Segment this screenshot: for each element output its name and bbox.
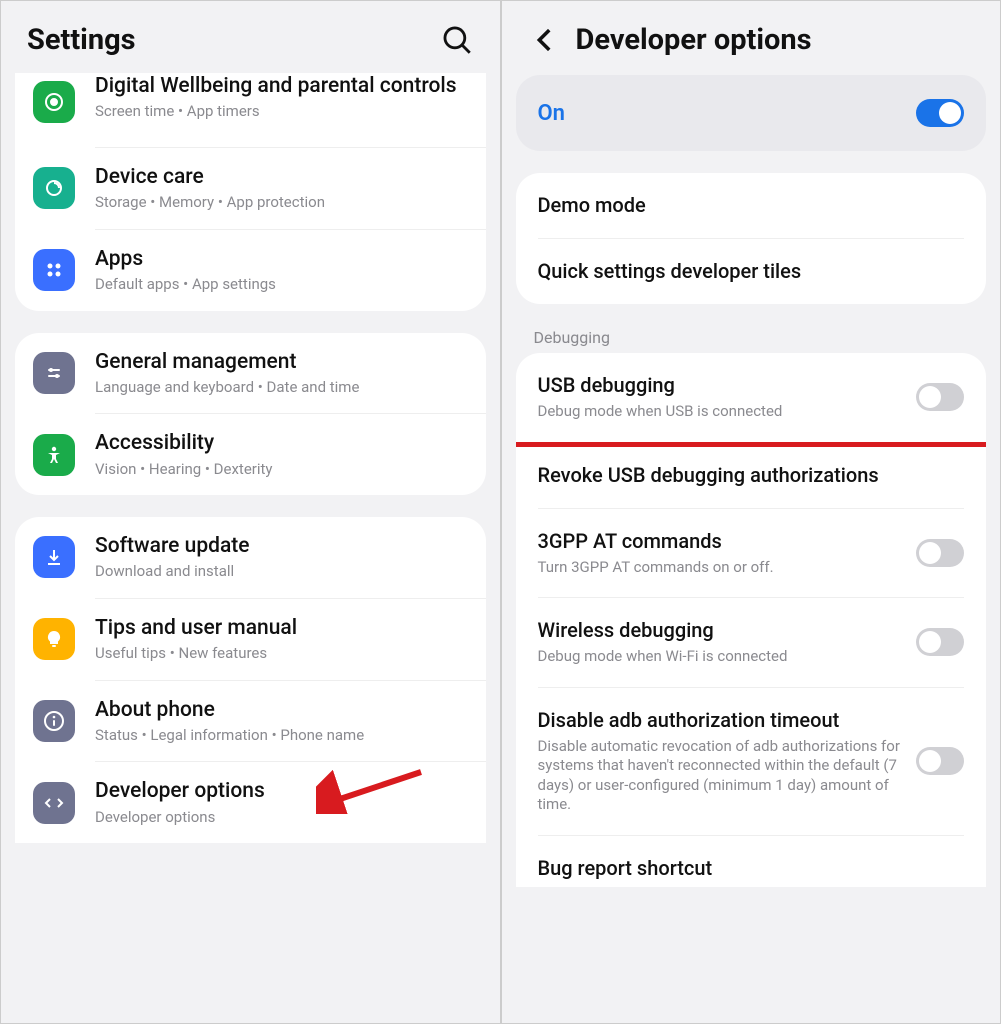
item-title: Wireless debugging — [538, 618, 905, 643]
item-sub: Status • Legal information • Phone name — [95, 726, 468, 746]
item-title: Digital Wellbeing and parental controls — [95, 73, 468, 99]
dev-item-qstiles[interactable]: Quick settings developer tiles — [516, 239, 987, 304]
settings-item-software[interactable]: Software update Download and install — [15, 517, 486, 598]
item-sub: Developer options — [95, 808, 468, 828]
settings-item-apps[interactable]: Apps Default apps • App settings — [15, 230, 486, 311]
item-title: 3GPP AT commands — [538, 529, 905, 554]
settings-item-tips[interactable]: Tips and user manual Useful tips • New f… — [15, 599, 486, 680]
3gpp-toggle[interactable] — [916, 539, 964, 567]
settings-group: Software update Download and install Tip… — [15, 517, 486, 843]
item-title: General management — [95, 349, 468, 375]
settings-group: Digital Wellbeing and parental controls … — [15, 73, 486, 311]
settings-header: Settings — [1, 1, 500, 75]
item-title: Bug report shortcut — [538, 856, 965, 881]
item-title: Accessibility — [95, 430, 468, 456]
search-icon — [440, 23, 474, 57]
dev-item-revoke[interactable]: Revoke USB debugging authorizations — [516, 443, 987, 508]
item-sub: Download and install — [95, 562, 468, 582]
accessibility-icon — [33, 434, 75, 476]
dev-item-wireless[interactable]: Wireless debugging Debug mode when Wi-Fi… — [516, 598, 987, 687]
about-icon — [33, 700, 75, 742]
master-toggle[interactable] — [916, 99, 964, 127]
apps-icon — [33, 249, 75, 291]
settings-item-general[interactable]: General management Language and keyboard… — [15, 333, 486, 414]
page-title: Developer options — [576, 23, 975, 57]
item-title: Software update — [95, 533, 468, 559]
general-icon — [33, 352, 75, 394]
item-sub: Screen time • App timers — [95, 102, 468, 122]
settings-item-wellbeing[interactable]: Digital Wellbeing and parental controls … — [15, 73, 486, 147]
settings-group: General management Language and keyboard… — [15, 333, 486, 496]
item-title: USB debugging — [538, 373, 905, 398]
item-sub: Debug mode when USB is connected — [538, 402, 905, 422]
dev-group-debugging: USB debugging Debug mode when USB is con… — [516, 353, 987, 887]
item-sub: Storage • Memory • App protection — [95, 193, 468, 213]
page-title: Settings — [27, 23, 440, 57]
settings-item-about[interactable]: About phone Status • Legal information •… — [15, 681, 486, 762]
dev-item-usb[interactable]: USB debugging Debug mode when USB is con… — [516, 353, 987, 442]
master-toggle-label: On — [538, 101, 917, 126]
item-sub: Turn 3GPP AT commands on or off. — [538, 558, 905, 578]
item-title: Developer options — [95, 778, 468, 804]
item-title: Tips and user manual — [95, 615, 468, 641]
dev-item-3gpp[interactable]: 3GPP AT commands Turn 3GPP AT commands o… — [516, 509, 987, 598]
usb-debugging-toggle[interactable] — [916, 383, 964, 411]
software-icon — [33, 536, 75, 578]
dev-item-adbto[interactable]: Disable adb authorization timeout Disabl… — [516, 688, 987, 835]
settings-panel: Settings Digital Wellbeing and parental … — [1, 1, 502, 1023]
back-button[interactable] — [528, 23, 562, 57]
adbto-toggle[interactable] — [916, 747, 964, 775]
developer-icon — [33, 782, 75, 824]
dev-item-demo[interactable]: Demo mode — [516, 173, 987, 238]
section-label-debugging: Debugging — [502, 320, 1001, 353]
item-sub: Disable automatic revocation of adb auth… — [538, 737, 905, 815]
item-title: Quick settings developer tiles — [538, 259, 965, 284]
settings-item-developer[interactable]: Developer options Developer options — [15, 762, 486, 843]
search-button[interactable] — [440, 23, 474, 57]
dev-item-bugreport[interactable]: Bug report shortcut — [516, 836, 987, 887]
developer-options-panel: Developer options On Demo mode Quick set… — [502, 1, 1001, 1023]
item-title: Disable adb authorization timeout — [538, 708, 905, 733]
dev-group: Demo mode Quick settings developer tiles — [516, 173, 987, 304]
devicecare-icon — [33, 167, 75, 209]
dev-header: Developer options — [502, 1, 1001, 75]
wellbeing-icon — [33, 81, 75, 123]
item-sub: Useful tips • New features — [95, 644, 468, 664]
item-title: Device care — [95, 164, 468, 190]
item-sub: Debug mode when Wi-Fi is connected — [538, 647, 905, 667]
chevron-left-icon — [528, 23, 562, 57]
master-toggle-row[interactable]: On — [516, 75, 987, 151]
item-sub: Vision • Hearing • Dexterity — [95, 460, 468, 480]
item-title: Demo mode — [538, 193, 965, 218]
settings-item-devicecare[interactable]: Device care Storage • Memory • App prote… — [15, 148, 486, 229]
item-title: About phone — [95, 697, 468, 723]
item-title: Revoke USB debugging authorizations — [538, 463, 965, 488]
item-title: Apps — [95, 246, 468, 272]
item-sub: Language and keyboard • Date and time — [95, 378, 468, 398]
item-sub: Default apps • App settings — [95, 275, 468, 295]
settings-item-accessibility[interactable]: Accessibility Vision • Hearing • Dexteri… — [15, 414, 486, 495]
highlight-usb-debugging: USB debugging Debug mode when USB is con… — [516, 353, 987, 447]
wireless-toggle[interactable] — [916, 628, 964, 656]
tips-icon — [33, 618, 75, 660]
